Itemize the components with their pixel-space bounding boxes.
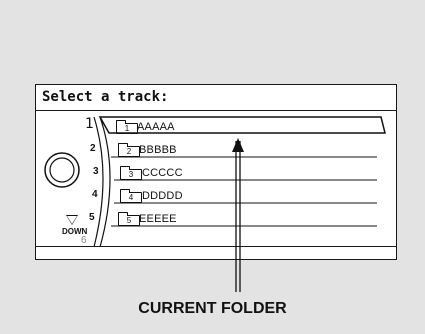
page: { "screen": { "title": "Select a track:"… <box>0 0 425 334</box>
pointer-arrow-icon <box>232 138 244 292</box>
current-folder-caption: CURRENT FOLDER <box>138 300 287 317</box>
